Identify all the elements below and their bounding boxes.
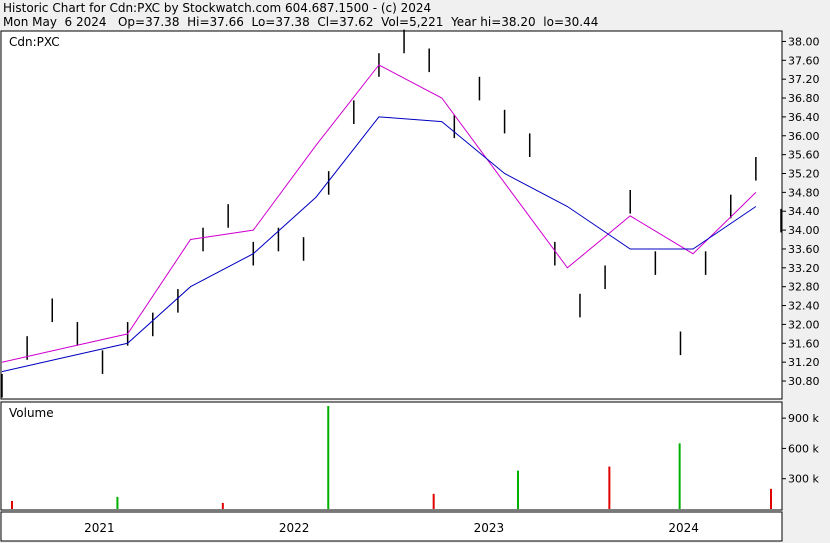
volume-bar	[327, 406, 330, 509]
price-tick-label: 33.20	[788, 262, 820, 275]
price-tick-label: 36.80	[788, 92, 820, 105]
volume-panel-label: Volume	[9, 406, 54, 420]
volume-tick-label: 300 k	[788, 473, 819, 486]
price-tick-label: 38.00	[788, 35, 820, 48]
price-tick-label: 35.20	[788, 167, 820, 180]
price-panel	[0, 30, 783, 400]
price-tick-label: 35.60	[788, 149, 820, 162]
price-tick-label: 32.40	[788, 300, 820, 313]
volume-bar	[517, 470, 519, 509]
volume-bar	[770, 488, 772, 509]
price-tick-label: 37.60	[788, 54, 820, 67]
price-tick-label: 34.80	[788, 186, 820, 199]
price-tick-label: 31.20	[788, 356, 820, 369]
x-axis-year-label: 2024	[668, 521, 699, 535]
volume-bar	[221, 502, 224, 509]
price-tick-label: 34.00	[788, 224, 820, 237]
volume-tick-label: 600 k	[788, 442, 819, 455]
price-tick-label: 33.60	[788, 243, 820, 256]
volume-bar	[678, 443, 681, 509]
volume-bar	[116, 496, 119, 509]
volume-tick-label: 900 k	[788, 412, 819, 425]
x-axis-year-label: 2022	[279, 521, 310, 535]
volume-bar	[432, 493, 435, 509]
volume-panel	[0, 401, 783, 511]
x-axis-strip	[0, 511, 783, 542]
price-tick-label: 36.40	[788, 111, 820, 124]
x-axis-year-label: 2021	[84, 521, 115, 535]
price-panel-label: Cdn:PXC	[9, 35, 60, 49]
price-tick-label: 37.20	[788, 73, 820, 86]
price-tick-label: 34.40	[788, 205, 820, 218]
volume-bar	[608, 466, 611, 509]
price-tick-label: 32.00	[788, 318, 820, 331]
price-tick-label: 30.80	[788, 375, 820, 388]
stock-chart: Cdn:PXC Volume 38.00 37.60 37.20 36.80 36.40…	[0, 29, 820, 542]
x-axis-year-label: 2023	[474, 521, 505, 535]
price-tick-label: 36.00	[788, 130, 820, 143]
volume-bar	[11, 500, 13, 509]
price-tick-label: 32.80	[788, 281, 820, 294]
price-tick-label: 31.60	[788, 337, 820, 350]
